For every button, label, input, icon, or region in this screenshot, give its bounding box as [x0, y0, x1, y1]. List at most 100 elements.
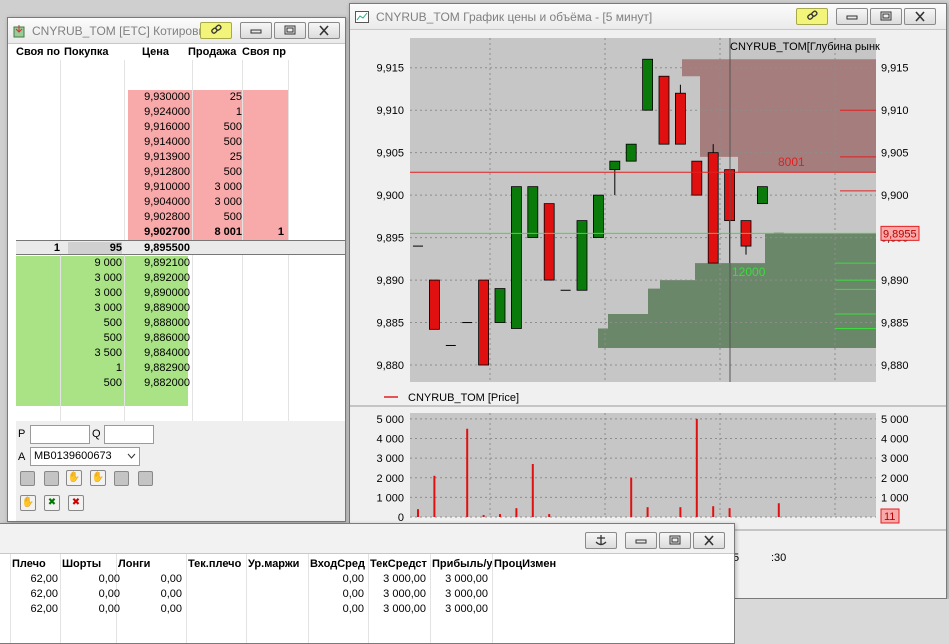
ask-price: 9,916000: [144, 121, 190, 133]
pos-col-header[interactable]: Ур.маржи: [248, 558, 310, 570]
maximize-button[interactable]: [870, 8, 902, 25]
ask-row[interactable]: 9,913900 25: [16, 150, 345, 165]
close-button[interactable]: [904, 8, 936, 25]
ask-row[interactable]: 9,916000 500: [16, 120, 345, 135]
pos-col-header[interactable]: Прибыль/у: [432, 558, 494, 570]
quote-window[interactable]: CNYRUB_TOM [ETC] Котировк Своя по Покупк…: [7, 17, 346, 522]
ask-row[interactable]: 9,904000 3 000: [16, 195, 345, 210]
pos-col-header[interactable]: Тек.плечо: [188, 558, 248, 570]
bid-row[interactable]: 3 000 9,889000: [16, 301, 345, 316]
price-input[interactable]: [30, 425, 90, 444]
minimize-button[interactable]: [240, 22, 272, 39]
bid-row[interactable]: 500 9,888000: [16, 316, 345, 331]
pos-cell: 0,00: [342, 573, 364, 585]
cancel-all-icon[interactable]: ✋: [20, 495, 36, 511]
ask-row[interactable]: 9,914000 500: [16, 135, 345, 150]
col-own-sell[interactable]: Своя пр: [242, 46, 286, 58]
close-button[interactable]: [693, 532, 725, 549]
pos-col-header[interactable]: ПроцИзмен: [494, 558, 560, 570]
volume-tick-right: 1 000: [881, 492, 909, 504]
pos-col-header[interactable]: Лонги: [118, 558, 182, 570]
pos-col-header[interactable]: ВходСред: [310, 558, 370, 570]
ask-price: 9,930000: [144, 91, 190, 103]
price-volume-chart[interactable]: 9,915 9,910 9,905 9,900 9,895 9,890 9,885 9,880…: [350, 30, 946, 598]
maximize-button[interactable]: [659, 532, 691, 549]
chart-titlebar[interactable]: CNYRUB_TOM График цены и объёма - [5 мин…: [350, 4, 946, 30]
bid-row[interactable]: 500 9,886000: [16, 331, 345, 346]
ask-volume: 8 001: [214, 226, 242, 238]
bid-volume: 3 000: [94, 287, 122, 299]
cancel-buy-icon[interactable]: ✖: [44, 495, 60, 511]
link-button[interactable]: [200, 22, 232, 39]
bid-row[interactable]: 9 000 9,892100: [16, 256, 345, 271]
pos-cell: 3 000,00: [445, 588, 488, 600]
minimize-icon: [846, 15, 858, 20]
candle-body: [707, 152, 719, 264]
quote-app-icon: [13, 25, 25, 38]
quote-titlebar[interactable]: CNYRUB_TOM [ETC] Котировк: [8, 18, 345, 44]
pos-col-header[interactable]: Плечо: [12, 558, 62, 570]
col-sell[interactable]: Продажа: [188, 46, 242, 58]
ask-row[interactable]: 9,930000 25: [16, 90, 345, 105]
ask-volume: 500: [223, 121, 242, 133]
ask-volume: 25: [229, 151, 242, 163]
pos-col-header[interactable]: Шорты: [62, 558, 118, 570]
ask-volume: 500: [223, 166, 242, 178]
y-tick-label-left: 9,910: [376, 105, 404, 117]
account-select[interactable]: MB0139600673: [30, 447, 140, 466]
close-button[interactable]: [308, 22, 340, 39]
pos-cell: 3 000,00: [383, 573, 426, 585]
ask-price: 9,910000: [144, 181, 190, 193]
candle-body: [527, 186, 539, 239]
ask-row[interactable]: 9,902800 500: [16, 210, 345, 225]
current-own: 1: [53, 242, 60, 254]
cancel-sell-icon[interactable]: ✖: [68, 495, 84, 511]
col-price[interactable]: Цена: [142, 46, 192, 58]
bid-price: 9,882900: [144, 362, 190, 374]
volume-plot-area[interactable]: [410, 413, 876, 517]
order-book[interactable]: 9,930000 25 9,924000 1 9,916000 500 9,914000 50…: [16, 60, 345, 440]
action-button-1[interactable]: [20, 471, 35, 486]
account-label: A: [18, 451, 26, 463]
action-button-5[interactable]: [114, 471, 129, 486]
ask-row[interactable]: 9,924000 1: [16, 105, 345, 120]
quote-header: Своя по Покупка Цена Продажа Своя пр: [16, 44, 345, 60]
bid-row[interactable]: 3 000 9,892000: [16, 271, 345, 286]
chart-window[interactable]: CNYRUB_TOM График цены и объёма - [5 мин…: [349, 3, 947, 599]
bid-row[interactable]: 3 000 9,890000: [16, 286, 345, 301]
volume-tick-left: 1 000: [376, 492, 404, 504]
current-price-row[interactable]: 1 95 9,895500: [16, 240, 345, 255]
maximize-button[interactable]: [274, 22, 306, 39]
action-button-6[interactable]: [138, 471, 153, 486]
col-buy[interactable]: Покупка: [64, 46, 124, 58]
cancel-orders-icon[interactable]: ✋: [66, 470, 82, 486]
pos-col-header[interactable]: ТекСредст: [370, 558, 432, 570]
y-tick-label-right: 9,890: [881, 275, 909, 287]
bid-price: 9,892100: [144, 257, 190, 269]
ask-row[interactable]: 9,902700 8 001 1: [16, 225, 345, 240]
hand-icon[interactable]: ✋: [90, 470, 106, 486]
action-button-2[interactable]: [44, 471, 59, 486]
bid-row[interactable]: 3 500 9,884000: [16, 346, 345, 361]
ask-price: 9,902700: [144, 226, 190, 238]
ask-row[interactable]: 9,912800 500: [16, 165, 345, 180]
link-button[interactable]: [796, 8, 828, 25]
candle-body: [691, 160, 703, 196]
minimize-button[interactable]: [625, 532, 657, 549]
positions-window[interactable]: Плечо Шорты Лонги Тек.плечо Ур.маржи ВходСред…: [0, 523, 735, 644]
col-own-buy[interactable]: Своя по: [16, 46, 60, 58]
anchor-button[interactable]: [585, 532, 617, 549]
ask-row[interactable]: 9,910000 3 000: [16, 180, 345, 195]
volume-tick-right: 2 000: [881, 473, 909, 485]
bid-price: 9,888000: [144, 317, 190, 329]
positions-titlebar[interactable]: [0, 524, 734, 554]
volume-tick-left: 5 000: [376, 414, 404, 426]
current-price: 9,895500: [144, 242, 190, 254]
bid-row[interactable]: 1 9,882900: [16, 361, 345, 376]
quantity-input[interactable]: [104, 425, 154, 444]
bid-row[interactable]: 500 9,882000: [16, 376, 345, 391]
ask-price: 9,912800: [144, 166, 190, 178]
minimize-button[interactable]: [836, 8, 868, 25]
y-tick-label-left: 9,885: [376, 318, 404, 330]
volume-tick-left: 4 000: [376, 434, 404, 446]
